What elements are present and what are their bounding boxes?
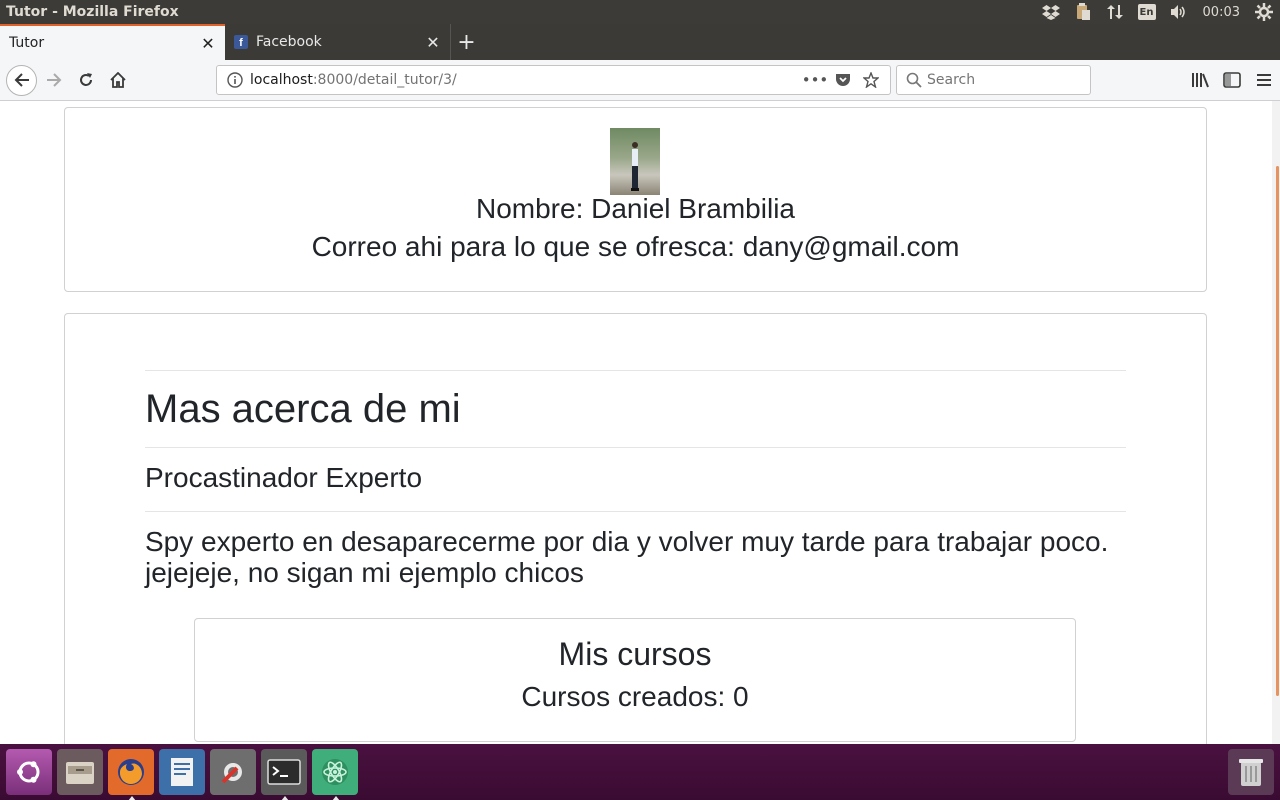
tab-strip: Tutor ✕ f Facebook ✕ + bbox=[0, 24, 1280, 60]
url-host: localhost bbox=[250, 72, 313, 88]
url-bar[interactable]: localhost:8000/detail_tutor/3/ ••• bbox=[216, 65, 891, 95]
trash-icon[interactable] bbox=[1228, 749, 1274, 795]
home-button[interactable] bbox=[103, 65, 133, 95]
tutor-email: Correo ahi para lo que se ofresca: dany@… bbox=[311, 231, 960, 262]
about-subtitle: Procastinador Experto bbox=[145, 462, 423, 493]
forward-button[interactable] bbox=[39, 65, 69, 95]
tutor-name: Nombre: Daniel Brambilia bbox=[475, 193, 795, 224]
network-icon[interactable] bbox=[1099, 0, 1131, 24]
courses-count: Cursos creados: 0 bbox=[521, 681, 749, 712]
running-indicator bbox=[128, 796, 136, 800]
scrollbar-thumb[interactable] bbox=[1276, 166, 1279, 696]
library-icon[interactable] bbox=[1184, 65, 1216, 95]
search-icon bbox=[901, 72, 927, 88]
atom-icon[interactable] bbox=[312, 749, 358, 800]
info-icon[interactable] bbox=[224, 72, 246, 88]
url-path: :8000/detail_tutor/3/ bbox=[312, 72, 457, 88]
profile-card: Nombre: Daniel Brambilia Correo ahi para… bbox=[64, 107, 1207, 292]
clipboard-icon[interactable] bbox=[1067, 0, 1099, 24]
ubuntu-dash-icon[interactable] bbox=[6, 749, 52, 795]
bookmark-star-icon[interactable] bbox=[858, 67, 884, 93]
dropbox-icon[interactable] bbox=[1035, 0, 1067, 24]
facebook-icon: f bbox=[234, 35, 248, 49]
tab-tutor[interactable]: Tutor ✕ bbox=[0, 24, 225, 60]
divider bbox=[145, 370, 1126, 371]
url-text[interactable]: localhost:8000/detail_tutor/3/ bbox=[246, 72, 802, 88]
page-scrollbar[interactable] bbox=[1272, 101, 1280, 744]
navigation-toolbar: localhost:8000/detail_tutor/3/ ••• bbox=[0, 60, 1280, 101]
tab-facebook[interactable]: f Facebook ✕ bbox=[225, 24, 450, 60]
close-icon[interactable]: ✕ bbox=[199, 34, 217, 53]
firefox-icon[interactable] bbox=[108, 749, 154, 800]
divider bbox=[145, 447, 1126, 448]
avatar bbox=[610, 128, 660, 195]
courses-card: Mis cursos Cursos creados: 0 bbox=[194, 618, 1076, 742]
running-indicator bbox=[332, 796, 340, 800]
pocket-icon[interactable] bbox=[830, 67, 856, 93]
settings-gear-icon[interactable] bbox=[1248, 0, 1280, 24]
files-icon[interactable] bbox=[57, 749, 103, 795]
running-indicator bbox=[281, 796, 289, 800]
about-description: Spy experto en desaparecerme por dia y v… bbox=[145, 526, 1109, 588]
tab-label: Tutor bbox=[9, 35, 45, 51]
about-card: Mas acerca de mi Procastinador Experto S… bbox=[64, 313, 1207, 744]
courses-title: Mis cursos bbox=[558, 636, 712, 672]
tab-label: Facebook bbox=[256, 34, 322, 50]
system-settings-icon[interactable] bbox=[210, 749, 256, 795]
new-tab-button[interactable]: + bbox=[450, 24, 482, 60]
volume-icon[interactable] bbox=[1163, 0, 1195, 24]
page-actions-icon[interactable]: ••• bbox=[802, 67, 829, 93]
search-bar[interactable] bbox=[896, 65, 1091, 95]
os-top-panel: Tutor - Mozilla Firefox En 00:03 bbox=[0, 0, 1280, 24]
menu-hamburger-icon[interactable] bbox=[1248, 65, 1280, 95]
divider bbox=[145, 511, 1126, 512]
close-icon[interactable]: ✕ bbox=[424, 33, 442, 52]
home-icon bbox=[110, 72, 126, 88]
forward-arrow-icon bbox=[47, 73, 62, 87]
system-tray: En 00:03 bbox=[1035, 0, 1280, 24]
window-title: Tutor - Mozilla Firefox bbox=[6, 4, 179, 20]
sidebar-toggle-icon[interactable] bbox=[1216, 65, 1248, 95]
back-button[interactable] bbox=[6, 64, 37, 96]
search-input[interactable] bbox=[927, 72, 1077, 88]
launcher-dock bbox=[0, 744, 1280, 800]
reload-button[interactable] bbox=[71, 65, 101, 95]
about-heading: Mas acerca de mi bbox=[145, 387, 461, 431]
keyboard-layout-indicator[interactable]: En bbox=[1131, 0, 1163, 24]
writer-icon[interactable] bbox=[159, 749, 205, 795]
terminal-icon[interactable] bbox=[261, 749, 307, 800]
back-arrow-icon bbox=[14, 73, 29, 87]
page-viewport: Nombre: Daniel Brambilia Correo ahi para… bbox=[0, 101, 1280, 744]
clock[interactable]: 00:03 bbox=[1195, 5, 1248, 20]
reload-icon bbox=[80, 73, 92, 86]
